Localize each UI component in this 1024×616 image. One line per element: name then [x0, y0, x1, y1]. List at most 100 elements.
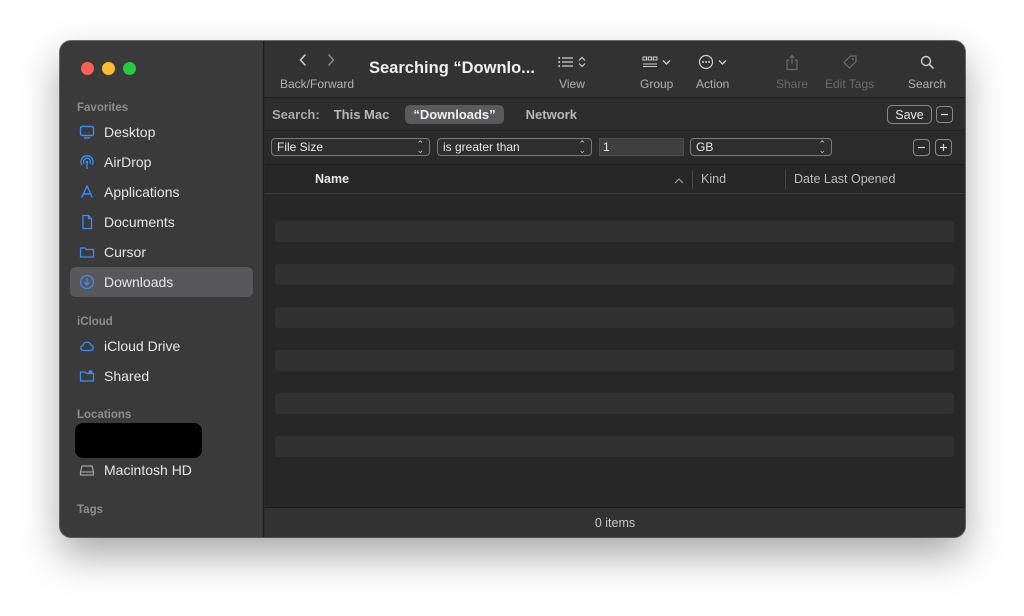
sidebar-item-label: Desktop	[104, 124, 156, 140]
back-button[interactable]	[298, 53, 308, 72]
action-label: Action	[696, 77, 730, 91]
favorites-section-label: Favorites	[77, 102, 129, 114]
sidebar-item-label: Documents	[104, 214, 175, 230]
search-button[interactable]: Search	[908, 51, 946, 91]
disk-icon	[79, 462, 95, 478]
sidebar-item-label: Cursor	[104, 244, 147, 260]
sidebar-item-cursor[interactable]: Cursor	[70, 237, 253, 267]
sidebar-item-documents[interactable]: Documents	[70, 207, 253, 237]
sidebar-item-label: Macintosh HD	[104, 462, 192, 478]
sidebar-item-label: AirDrop	[104, 154, 152, 170]
back-forward-label: Back/Forward	[280, 77, 355, 91]
add-criteria-button[interactable]	[935, 139, 952, 156]
search-label: Search	[908, 77, 947, 91]
list-row	[275, 393, 954, 414]
up-down-chevron-icon	[578, 56, 586, 68]
search-icon	[920, 55, 934, 69]
sidebar-item-shared[interactable]: Shared	[70, 361, 253, 391]
unit-value: GB	[696, 140, 714, 154]
chevron-down-icon	[662, 59, 671, 65]
close-window-button[interactable]	[81, 62, 94, 75]
size-value-field[interactable]: 1	[599, 138, 684, 156]
scope-downloads[interactable]: “Downloads”	[405, 104, 504, 124]
attribute-value: File Size	[277, 140, 324, 154]
item-count: 0 items	[594, 515, 636, 530]
unit-popup[interactable]: GB ⌃ ⌄	[690, 138, 832, 156]
scope-this-mac[interactable]: This Mac	[334, 105, 398, 124]
back-forward-group: Back/Forward	[280, 51, 354, 91]
ellipsis-circle-icon	[699, 54, 714, 70]
sidebar-item-applications[interactable]: Applications	[70, 177, 253, 207]
minus-icon	[918, 146, 925, 149]
sidebar-item-label: Applications	[104, 184, 180, 200]
sidebar: Favorites Desktop AirDrop Applications D…	[60, 41, 264, 537]
sort-ascending-icon[interactable]	[674, 173, 684, 187]
column-header-kind[interactable]: Kind	[701, 172, 726, 186]
view-label: View	[559, 77, 585, 91]
up-down-chevron-icon: ⌃ ⌄	[578, 139, 586, 155]
remove-search-button[interactable]	[936, 106, 953, 123]
chevron-down-icon	[718, 59, 727, 65]
chevron-right-icon	[327, 53, 335, 66]
column-separator[interactable]	[785, 170, 786, 189]
share-icon	[786, 54, 798, 70]
group-label: Group	[640, 77, 674, 91]
search-scope-label: Search:	[272, 106, 320, 122]
sidebar-item-desktop[interactable]: Desktop	[70, 117, 253, 147]
operator-popup[interactable]: is greater than ⌃ ⌄	[437, 138, 592, 156]
window-title: Searching “Downlo...	[369, 59, 535, 77]
group-grid-icon	[642, 56, 658, 67]
plus-icon	[940, 144, 947, 151]
redacted-location	[75, 423, 202, 458]
airdrop-icon	[79, 154, 95, 170]
action-button[interactable]: Action	[696, 51, 729, 91]
share-button[interactable]: Share	[776, 51, 808, 91]
remove-criteria-button[interactable]	[913, 139, 930, 156]
operator-value: is greater than	[443, 140, 520, 154]
sidebar-item-macintosh-hd[interactable]: Macintosh HD	[70, 455, 253, 485]
chevron-left-icon	[299, 53, 307, 66]
sidebar-item-label: Shared	[104, 368, 150, 384]
main-pane: Back/Forward Searching “Downlo... View G…	[265, 41, 965, 537]
sidebar-item-label: Downloads	[104, 274, 174, 290]
downloads-icon	[79, 274, 95, 290]
toolbar: Back/Forward Searching “Downlo... View G…	[265, 41, 965, 98]
share-label: Share	[776, 77, 809, 91]
minus-icon	[941, 113, 948, 116]
applications-icon	[79, 184, 95, 200]
minimize-window-button[interactable]	[102, 62, 115, 75]
attribute-popup[interactable]: File Size ⌃ ⌄	[271, 138, 430, 156]
up-down-chevron-icon: ⌃ ⌄	[818, 139, 826, 155]
search-criteria-row: File Size ⌃ ⌄ is greater than ⌃ ⌄ 1 GB ⌃ ⌄	[265, 131, 965, 165]
search-scope-bar: Search: This Mac “Downloads” Network Sav…	[265, 98, 965, 131]
sidebar-item-airdrop[interactable]: AirDrop	[70, 147, 253, 177]
sidebar-item-icloud-drive[interactable]: iCloud Drive	[70, 331, 253, 361]
forward-button[interactable]	[326, 53, 336, 72]
list-row	[275, 307, 954, 328]
column-header-date-last-opened[interactable]: Date Last Opened	[794, 172, 895, 186]
document-icon	[79, 214, 95, 230]
desktop-icon	[79, 124, 95, 140]
sidebar-item-label: iCloud Drive	[104, 338, 181, 354]
column-separator[interactable]	[692, 170, 693, 189]
list-row	[275, 436, 954, 457]
list-row	[275, 350, 954, 371]
view-button[interactable]: View	[558, 51, 586, 91]
traffic-lights	[81, 62, 136, 75]
edit-tags-label: Edit Tags	[825, 77, 875, 91]
list-row	[275, 264, 954, 285]
tag-icon	[842, 55, 857, 69]
cloud-icon	[79, 338, 95, 354]
sidebar-item-downloads[interactable]: Downloads	[70, 267, 253, 297]
edit-tags-button[interactable]: Edit Tags	[825, 51, 874, 91]
folder-icon	[79, 244, 95, 260]
list-view-icon	[558, 57, 573, 67]
up-down-chevron-icon: ⌃ ⌄	[416, 139, 424, 155]
save-search-button[interactable]: Save	[887, 105, 932, 124]
maximize-window-button[interactable]	[123, 62, 136, 75]
status-bar: 0 items	[265, 507, 965, 537]
column-header-name[interactable]: Name	[315, 172, 349, 186]
finder-window: Favorites Desktop AirDrop Applications D…	[60, 41, 965, 537]
scope-network[interactable]: Network	[518, 105, 585, 124]
group-button[interactable]: Group	[640, 51, 673, 91]
